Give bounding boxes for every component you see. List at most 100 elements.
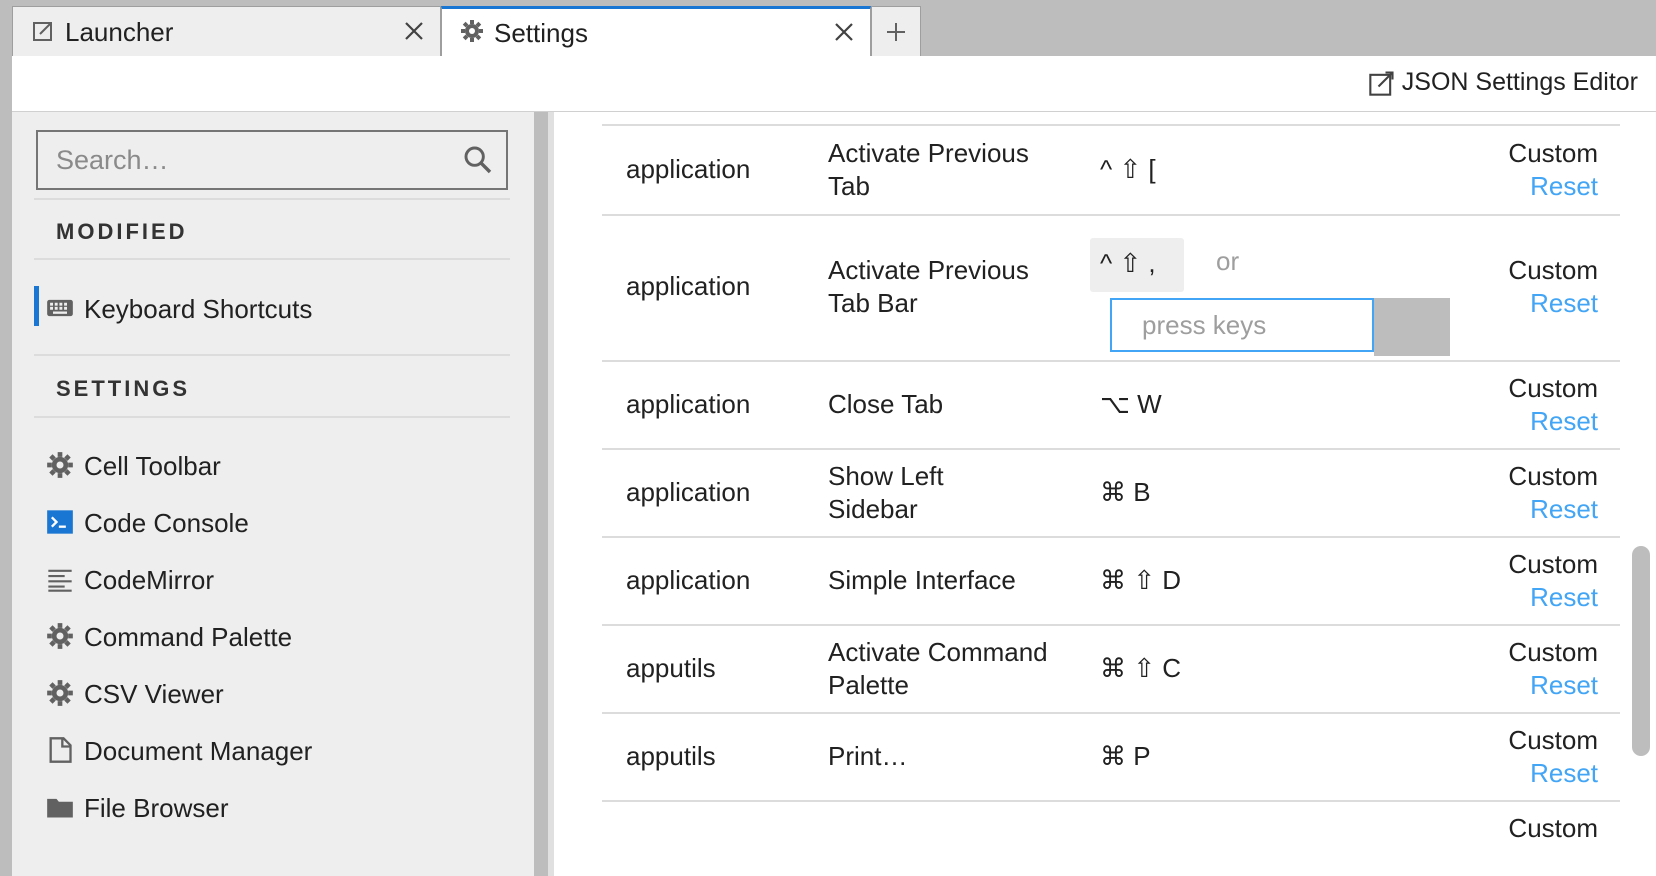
custom-label: Custom	[1508, 549, 1598, 579]
shortcut-status: Custom	[1508, 812, 1598, 845]
shortcut-status: Custom Reset	[1508, 460, 1598, 526]
sidebar-item-code-console[interactable]: Code Console	[22, 500, 502, 544]
gear-icon	[47, 623, 73, 649]
json-settings-editor-button[interactable]: JSON Settings Editor	[1368, 68, 1638, 97]
table-row: application Show Left Sidebar ⌘ B Custom…	[602, 450, 1620, 538]
table-row: apputils Print… ⌘ P Custom Reset	[602, 714, 1620, 802]
divider	[34, 258, 510, 260]
shortcut-category: application	[626, 154, 751, 184]
shortcut-category: apputils	[626, 741, 716, 771]
shortcut-category: application	[626, 565, 751, 595]
shortcut-status: Custom Reset	[1508, 137, 1598, 203]
custom-label: Custom	[1508, 813, 1598, 843]
table-row: apputils Activate Command Palette ⌘ ⇧ C …	[602, 626, 1620, 714]
reset-link[interactable]: Reset	[1508, 493, 1598, 526]
search-input[interactable]	[38, 132, 438, 188]
section-title-settings: SETTINGS	[56, 376, 191, 401]
reset-link[interactable]: Reset	[1508, 170, 1598, 203]
sidebar-item-command-palette[interactable]: Command Palette	[22, 614, 502, 658]
shortcut-keys[interactable]: ⌥ W	[1100, 388, 1162, 421]
launcher-icon	[33, 22, 52, 41]
plus-icon	[887, 22, 905, 41]
shortcut-keys[interactable]: ⌘ B	[1100, 476, 1151, 509]
json-settings-editor-label: JSON Settings Editor	[1401, 68, 1638, 96]
section-title-modified: MODIFIED	[56, 219, 188, 244]
sidebar-item-cell-toolbar[interactable]: Cell Toolbar	[22, 443, 502, 487]
sidebar-item-label: File Browser	[84, 793, 229, 823]
reset-link[interactable]: Reset	[1508, 405, 1598, 438]
divider	[34, 416, 510, 418]
gear-icon	[47, 452, 73, 478]
gear-icon	[461, 20, 483, 42]
shortcut-key-chip[interactable]: ^ ⇧ ,	[1090, 238, 1184, 292]
shortcut-category: application	[626, 477, 751, 507]
reset-link[interactable]: Reset	[1508, 757, 1598, 790]
sidebar-item-keyboard-shortcuts[interactable]: Keyboard Shortcuts	[22, 286, 502, 330]
submit-shortcut-button[interactable]	[1374, 298, 1450, 356]
shortcuts-panel: application Activate Previous Tab ^ ⇧ [ …	[554, 112, 1656, 876]
table-row: application Activate Previous Tab ^ ⇧ [ …	[602, 126, 1620, 216]
divider	[34, 354, 510, 356]
shortcut-keys[interactable]: ⌘ ⇧ C	[1100, 652, 1181, 685]
press-keys-input[interactable]	[1112, 300, 1372, 350]
press-keys-field[interactable]	[1110, 298, 1374, 352]
search-box	[36, 130, 508, 190]
close-icon[interactable]	[832, 20, 856, 44]
custom-label: Custom	[1508, 461, 1598, 491]
shortcut-status: Custom Reset	[1508, 372, 1598, 438]
tab-label: Launcher	[65, 17, 174, 47]
sidebar-item-label: CodeMirror	[84, 565, 215, 595]
shortcut-command: Show Left Sidebar	[828, 461, 944, 524]
table-row: Custom	[602, 802, 1620, 876]
shortcut-command: Simple Interface	[828, 565, 1016, 595]
shortcut-command: Activate Previous Tab Bar	[828, 255, 1029, 318]
shortcut-status: Custom Reset	[1508, 254, 1598, 320]
sidebar-item-label: Command Palette	[84, 622, 293, 652]
tab-label: Settings	[494, 18, 588, 48]
shortcut-command: Activate Command Palette	[828, 637, 1048, 700]
reset-link[interactable]: Reset	[1508, 581, 1598, 614]
tab-bar: Launcher Settings	[0, 0, 1656, 57]
external-link-icon	[1369, 70, 1394, 96]
sidebar-item-label: Code Console	[84, 508, 249, 538]
custom-label: Custom	[1508, 725, 1598, 755]
main-scrollbar[interactable]	[1632, 546, 1650, 756]
folder-icon	[47, 798, 73, 818]
sidebar-item-label: CSV Viewer	[84, 679, 224, 709]
console-icon	[47, 510, 73, 534]
custom-label: Custom	[1508, 255, 1598, 285]
sidebar-item-document-manager[interactable]: Document Manager	[22, 728, 502, 772]
search-icon	[464, 146, 492, 174]
sidebar-item-codemirror[interactable]: CodeMirror	[22, 557, 502, 601]
sidebar-item-file-browser[interactable]: File Browser	[22, 785, 502, 829]
or-label: or	[1216, 246, 1240, 276]
table-row: application Close Tab ⌥ W Custom Reset	[602, 362, 1620, 450]
sidebar-item-csv-viewer[interactable]: CSV Viewer	[22, 671, 502, 715]
custom-label: Custom	[1508, 637, 1598, 667]
shortcut-keys[interactable]: ⌘ ⇧ D	[1100, 564, 1181, 597]
file-icon	[49, 737, 72, 763]
shortcut-command: Close Tab	[828, 389, 944, 419]
shortcut-category: apputils	[626, 653, 716, 683]
close-icon[interactable]	[402, 19, 426, 43]
reset-link[interactable]: Reset	[1508, 287, 1598, 320]
settings-toolbar: JSON Settings Editor	[12, 56, 1656, 112]
shortcut-status: Custom Reset	[1508, 724, 1598, 790]
settings-sidebar: MODIFIED Keyboard Shortcuts SETTINGS Cel…	[12, 112, 558, 876]
custom-label: Custom	[1508, 138, 1598, 168]
reset-link[interactable]: Reset	[1508, 669, 1598, 702]
shortcut-keys[interactable]: ^ ⇧ [	[1100, 153, 1156, 186]
shortcut-category: application	[626, 389, 751, 419]
shortcut-keys: ^ ⇧ ,	[1100, 248, 1156, 278]
keyboard-icon	[47, 299, 73, 317]
sidebar-item-label: Cell Toolbar	[84, 451, 221, 481]
shortcut-keys[interactable]: ⌘ P	[1100, 740, 1151, 773]
sidebar-item-label: Keyboard Shortcuts	[84, 294, 313, 324]
divider	[34, 198, 510, 200]
shortcut-category: application	[626, 271, 751, 301]
shortcut-status: Custom Reset	[1508, 636, 1598, 702]
tab-settings[interactable]: Settings	[441, 6, 871, 57]
add-tab-button[interactable]	[871, 6, 921, 56]
tab-launcher[interactable]: Launcher	[12, 6, 441, 56]
table-row: application Simple Interface ⌘ ⇧ D Custo…	[602, 538, 1620, 626]
